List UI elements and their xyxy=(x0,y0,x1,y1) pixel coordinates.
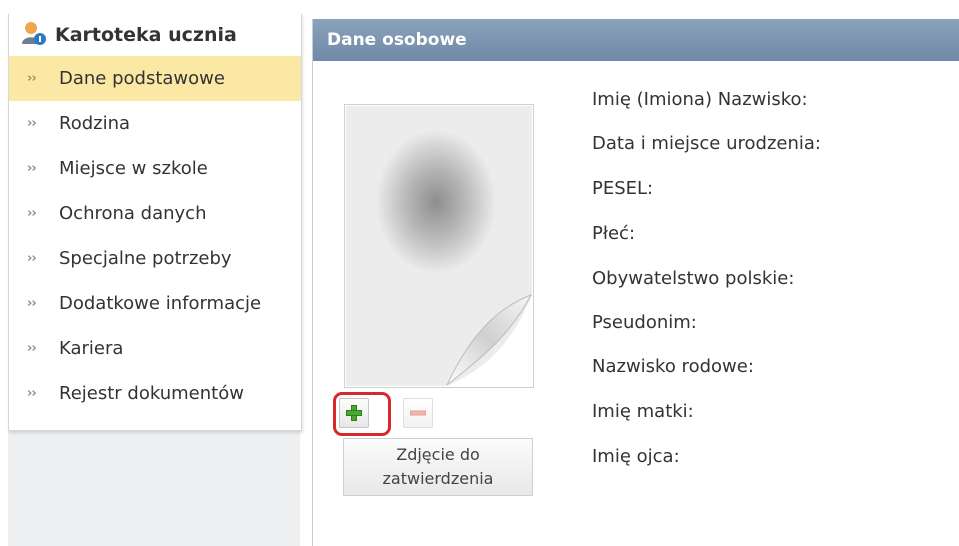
field-label: PESEL: xyxy=(592,178,654,199)
sidebar-item-label: Dodatkowe informacje xyxy=(59,293,262,314)
sidebar-title: Kartoteka ucznia xyxy=(55,24,237,46)
sidebar-header: Kartoteka ucznia xyxy=(9,14,301,56)
field-label: Data i miejsce urodzenia: xyxy=(592,133,821,154)
page-curl-icon xyxy=(445,293,533,387)
student-user-icon xyxy=(21,20,47,50)
chevron-right-icon: ›› xyxy=(27,341,37,356)
field-label: Płeć: xyxy=(592,223,636,244)
add-photo-button[interactable] xyxy=(339,398,369,428)
panel-title: Dane osobowe xyxy=(313,19,959,61)
field-label: Imię ojca: xyxy=(592,446,680,467)
sidebar-item-label: Specjalne potrzeby xyxy=(59,248,232,269)
plus-icon xyxy=(346,405,362,421)
sidebar-item[interactable]: ›› Dodatkowe informacje xyxy=(9,281,301,326)
chevron-right-icon: ›› xyxy=(27,116,37,131)
sidebar-item[interactable]: ›› Ochrona danych xyxy=(9,191,301,236)
sidebar-background xyxy=(8,430,300,546)
sidebar-item-label: Ochrona danych xyxy=(59,203,207,224)
field-label: Pseudonim: xyxy=(592,312,697,333)
sidebar-item[interactable]: ›› Miejsce w szkole xyxy=(9,146,301,191)
sidebar-item-label: Rodzina xyxy=(59,113,131,134)
sidebar-item[interactable]: ›› Specjalne potrzeby xyxy=(9,236,301,281)
minus-icon xyxy=(410,410,426,416)
field-label: Imię matki: xyxy=(592,401,694,422)
field-label: Nazwisko rodowe: xyxy=(592,356,754,377)
photo-status-text: Zdjęcie do zatwierdzenia xyxy=(382,445,494,488)
chevron-right-icon: ›› xyxy=(27,386,37,401)
sidebar-item[interactable]: ›› Rodzina xyxy=(9,101,301,146)
sidebar-item[interactable]: ›› Kariera xyxy=(9,326,301,371)
field-label: Obywatelstwo polskie: xyxy=(592,268,795,289)
sidebar-item-label: Rejestr dokumentów xyxy=(59,383,244,404)
student-photo xyxy=(344,104,534,388)
chevron-right-icon: ›› xyxy=(27,296,37,311)
sidebar-item-label: Kariera xyxy=(59,338,124,359)
sidebar-item-label: Dane podstawowe xyxy=(59,68,225,89)
chevron-right-icon: ›› xyxy=(27,161,37,176)
sidebar-item[interactable]: ›› Rejestr dokumentów xyxy=(9,371,301,416)
chevron-right-icon: ›› xyxy=(27,251,37,266)
sidebar: Kartoteka ucznia ›› Dane podstawowe ›› Rodz… xyxy=(8,14,302,431)
sidebar-item[interactable]: ›› Dane podstawowe xyxy=(9,56,301,101)
chevron-right-icon: ›› xyxy=(27,71,37,86)
chevron-right-icon: ›› xyxy=(27,206,37,221)
field-label: Imię (Imiona) Nazwisko: xyxy=(592,89,808,110)
remove-photo-button[interactable] xyxy=(403,398,433,428)
photo-pending-approval: Zdjęcie do zatwierdzenia xyxy=(343,438,533,496)
sidebar-item-label: Miejsce w szkole xyxy=(59,158,208,179)
